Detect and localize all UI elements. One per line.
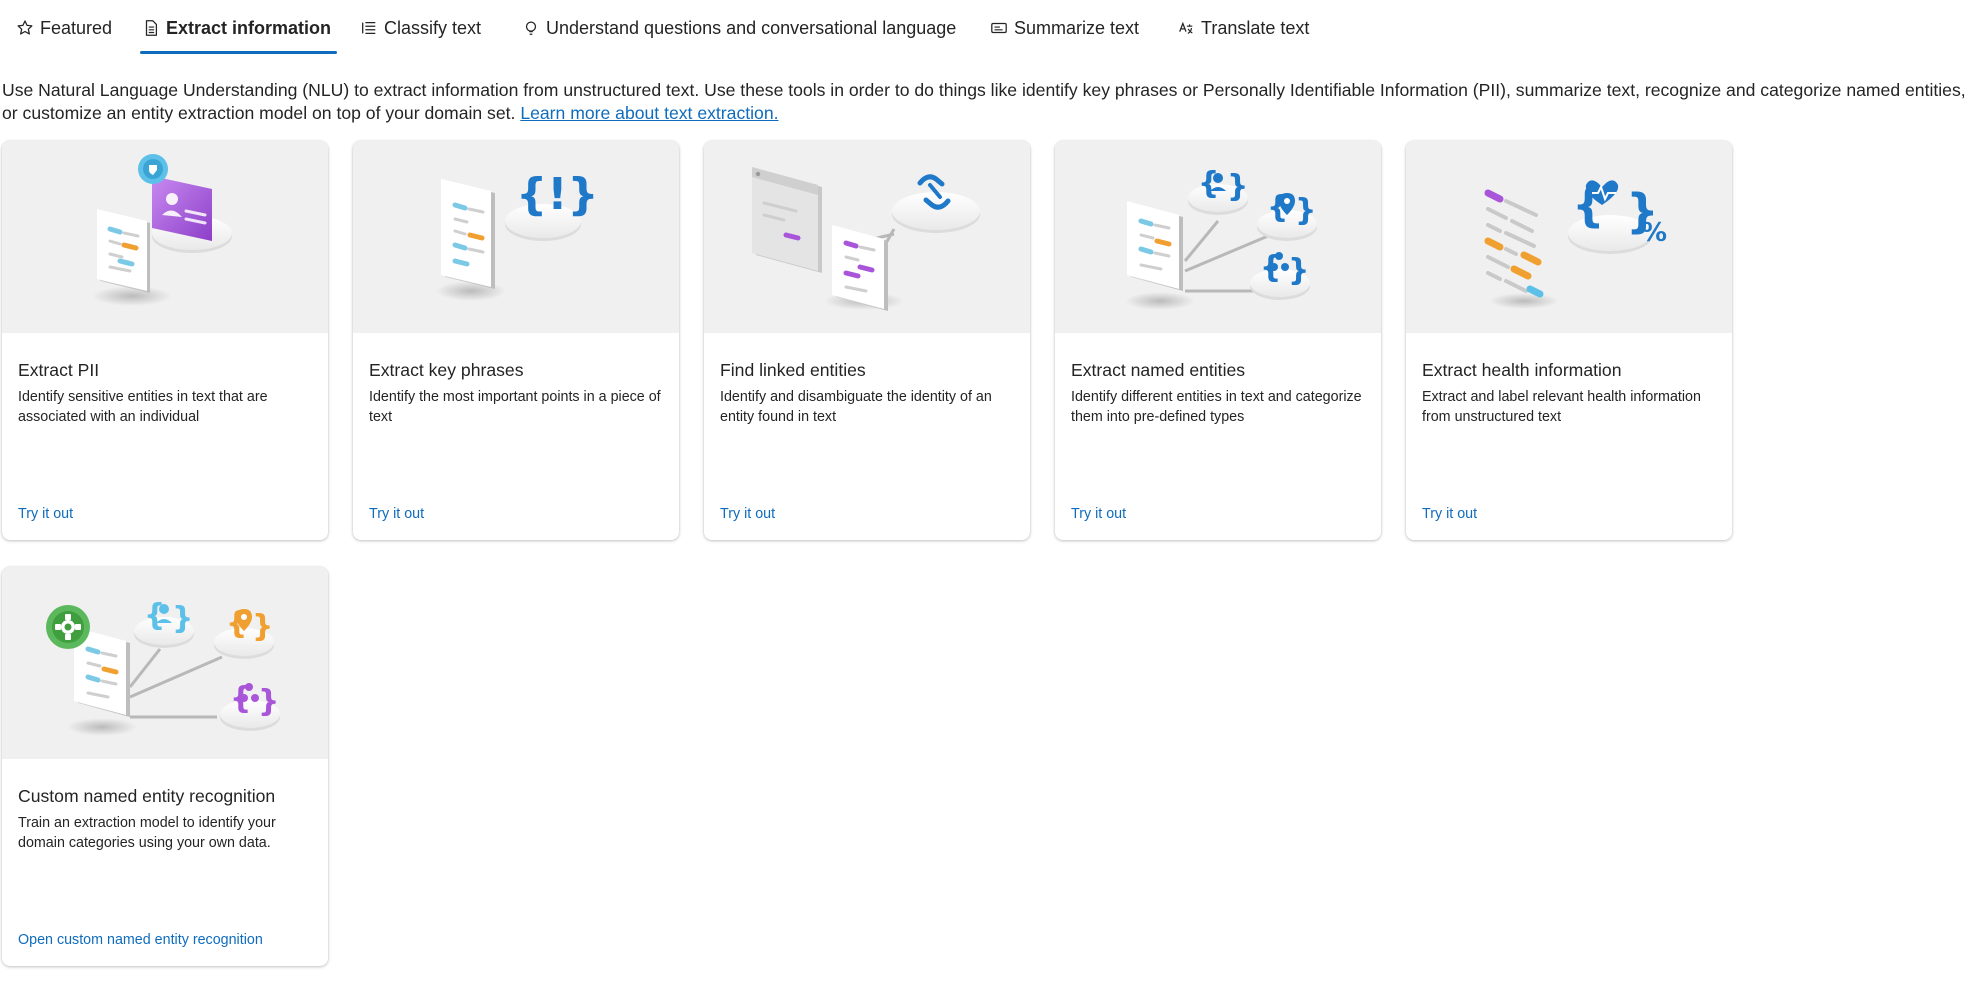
tab-label: Classify text (384, 17, 482, 38)
card-description: Train an extraction model to identify yo… (18, 815, 276, 851)
tab-summarize-text[interactable]: Summarize text (990, 0, 1139, 56)
card-description: Extract and label relevant health inform… (1422, 389, 1701, 425)
tab-extract-information[interactable]: Extract information (139, 0, 338, 56)
card-description: Identify different entities in text and … (1071, 389, 1362, 425)
tab-translate-text[interactable]: Translate text (1177, 0, 1309, 56)
card-title: Custom named entity recognition (18, 786, 276, 806)
tab-understand-questions[interactable]: Understand questions and conversational … (522, 0, 956, 56)
svg-text:}: } (172, 601, 193, 636)
open-custom-ner-link[interactable]: Open custom named entity recognition (18, 932, 263, 948)
intro-text: Use Natural Language Understanding (NLU)… (2, 80, 1966, 123)
svg-text:{!}: {!} (516, 169, 599, 220)
svg-text:}: } (1295, 193, 1316, 228)
svg-text:{: { (144, 598, 165, 633)
summary-icon (990, 19, 1008, 37)
tab-label: Featured (40, 17, 113, 38)
card-custom-named-entity-recognition[interactable]: { } { } { } (2, 567, 328, 966)
card-description: Identify and disambiguate the identity o… (720, 389, 992, 425)
try-it-out-link[interactable]: Try it out (18, 506, 73, 522)
translate-icon (1177, 19, 1195, 37)
svg-text:}: } (258, 684, 279, 719)
chat-bulb-icon (522, 19, 540, 37)
card-find-linked-entities[interactable]: Find linked entities Identify and disamb… (704, 141, 1030, 540)
tab-label: Translate text (1201, 17, 1310, 38)
try-it-out-link[interactable]: Try it out (1071, 506, 1126, 522)
tab-bar: Featured Extract information Classify te… (0, 0, 1977, 56)
try-it-out-link[interactable]: Try it out (369, 506, 424, 522)
card-title: Extract named entities (1071, 360, 1246, 380)
tab-label: Understand questions and conversational … (546, 17, 957, 38)
card-extract-named-entities[interactable]: { } { } { } Extract named entities Ident… (1055, 141, 1381, 540)
svg-text:}: } (252, 609, 273, 644)
tab-classify-text[interactable]: Classify text (360, 0, 481, 56)
list-icon (360, 19, 378, 37)
card-description: Identify sensitive entities in text that… (18, 389, 268, 425)
intro-description: Use Natural Language Understanding (NLU)… (2, 79, 1977, 125)
card-extract-health-information[interactable]: { } % Extract health information Extract… (1406, 141, 1732, 540)
card-extract-key-phrases[interactable]: {!} Extract key phrases Identify the mos… (353, 141, 679, 540)
svg-text:}: } (1288, 253, 1309, 288)
star-icon (16, 19, 34, 37)
card-title: Find linked entities (720, 360, 866, 380)
extract-key-phrases-illustration: {!} (353, 141, 679, 333)
find-linked-entities-illustration (704, 141, 1030, 333)
tab-label: Summarize text (1014, 17, 1140, 38)
svg-text:%: % (1641, 218, 1667, 248)
svg-text:{: { (1198, 166, 1219, 201)
custom-ner-illustration: { } { } { } (2, 567, 328, 759)
card-extract-pii[interactable]: Extract PII Identify sensitive entities … (2, 141, 328, 540)
try-it-out-link[interactable]: Try it out (720, 506, 775, 522)
card-title: Extract health information (1422, 360, 1622, 380)
card-title: Extract PII (18, 360, 100, 380)
try-it-out-link[interactable]: Try it out (1422, 506, 1477, 522)
tab-label: Extract information (166, 17, 332, 38)
extract-pii-illustration (2, 141, 328, 333)
extract-health-information-illustration: { } % (1406, 141, 1732, 333)
extract-named-entities-illustration: { } { } { } (1055, 141, 1381, 333)
tab-featured[interactable]: Featured (16, 0, 112, 56)
learn-more-link[interactable]: Learn more about text extraction. (520, 103, 778, 123)
card-title: Extract key phrases (369, 360, 524, 380)
document-icon (142, 19, 160, 37)
svg-text:}: } (1227, 169, 1248, 204)
card-description: Identify the most important points in a … (369, 389, 661, 425)
